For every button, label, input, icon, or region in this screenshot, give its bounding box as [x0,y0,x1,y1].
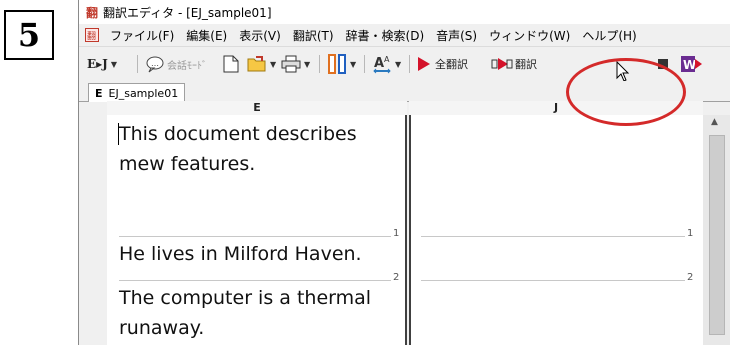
tab-label: EJ_sample01 [108,86,179,100]
open-folder-icon [247,56,266,72]
chevron-down-icon: ▼ [110,59,118,69]
segment-number: 2 [687,272,694,283]
menu-window[interactable]: ウィンドウ(W) [483,27,576,44]
chevron-down-icon: ▼ [395,59,402,69]
source-sentence-1[interactable]: This document describes mew features. [119,119,357,179]
svg-text:翻: 翻 [86,5,98,19]
svg-text:A: A [384,55,390,64]
printer-icon [281,55,301,73]
app-icon: 翻 [85,5,99,20]
font-size-button[interactable]: A A ▼ [372,53,401,75]
speech-bubble-icon: … [146,56,164,73]
translate-text-button[interactable]: W [681,53,703,75]
play-icon [418,57,430,71]
direction-label: E▸J [87,57,108,71]
new-file-icon [223,55,239,73]
tab-ej-sample01[interactable]: E EJ_sample01 [88,83,186,102]
toolbar-separator [409,55,410,73]
segment-number: 2 [393,272,400,283]
new-document-button[interactable] [223,53,239,75]
column-header-english: E [107,101,407,116]
translation-editor-window: 翻 翻訳エディタ - [EJ_sample01] 翻 ファイル(F) 編集(E)… [78,0,730,345]
translation-text-pane[interactable]: 1 2 [411,115,703,345]
open-file-button[interactable]: ▼ [247,53,276,75]
segment-number: 1 [687,228,694,239]
toolbar-separator [319,55,320,73]
document-icon[interactable]: 翻 [85,28,99,42]
print-button[interactable]: ▼ [281,53,310,75]
direction-dropdown[interactable]: E▸J ▼ [87,53,117,75]
conversation-mode-button[interactable]: … 会話ﾓｰﾄﾞ [145,53,207,75]
svg-text:…: … [151,59,159,68]
menu-translate[interactable]: 翻訳(T) [287,27,340,44]
toolbar-separator [364,55,365,73]
menu-help[interactable]: ヘルプ(H) [576,27,642,44]
font-size-icon: A A [373,55,391,74]
toolbar-separator [137,55,138,73]
chevron-down-icon: ▼ [270,59,277,69]
source-text-pane[interactable]: This document describes mew features. 1 … [107,115,405,345]
menu-dictionary-search[interactable]: 辞書・検索(D) [340,27,431,44]
source-sentence-2[interactable]: He lives in Milford Haven. [119,239,362,269]
highlight-circle [566,58,686,126]
menu-audio[interactable]: 音声(S) [430,27,483,44]
svg-text:翻: 翻 [87,31,96,42]
translate-all-label: 全翻訳 [435,58,468,71]
translate-label: 翻訳 [515,58,537,71]
chevron-down-icon: ▼ [350,59,357,69]
svg-text:A: A [374,56,384,71]
menu-file[interactable]: ファイル(F) [104,27,180,44]
source-sentence-3[interactable]: The computer is a thermal runaway. [119,283,371,343]
menu-edit[interactable]: 編集(E) [180,27,233,44]
segment-separator [119,236,391,237]
translate-button[interactable]: 翻訳 [491,53,537,75]
translate-all-button[interactable]: 全翻訳 [417,53,468,75]
pane-divider[interactable] [405,115,407,345]
scrollbar-thumb[interactable] [709,135,725,335]
segment-separator [421,280,685,281]
step-number-badge: 5 [4,10,54,60]
columns-layout-icon [328,54,346,74]
segment-number: 1 [393,228,400,239]
title-bar: 翻 翻訳エディタ - [EJ_sample01] [79,0,730,24]
menu-view[interactable]: 表示(V) [233,27,287,44]
chevron-down-icon: ▼ [304,59,311,69]
word-translate-icon: W [681,56,702,72]
vertical-scrollbar[interactable]: ▲ [703,115,730,345]
conversation-mode-label: 会話ﾓｰﾄﾞ [167,60,207,72]
translate-sentence-icon [491,58,513,70]
svg-text:W: W [683,58,696,72]
menu-bar: 翻 ファイル(F) 編集(E) 表示(V) 翻訳(T) 辞書・検索(D) 音声(… [79,24,730,46]
window-title: 翻訳エディタ - [EJ_sample01] [103,5,272,20]
layout-button[interactable]: ▼ [327,53,356,75]
scroll-up-icon[interactable]: ▲ [711,117,718,127]
segment-separator [119,280,391,281]
tab-language-letter: E [95,86,103,100]
segment-separator [421,236,685,237]
